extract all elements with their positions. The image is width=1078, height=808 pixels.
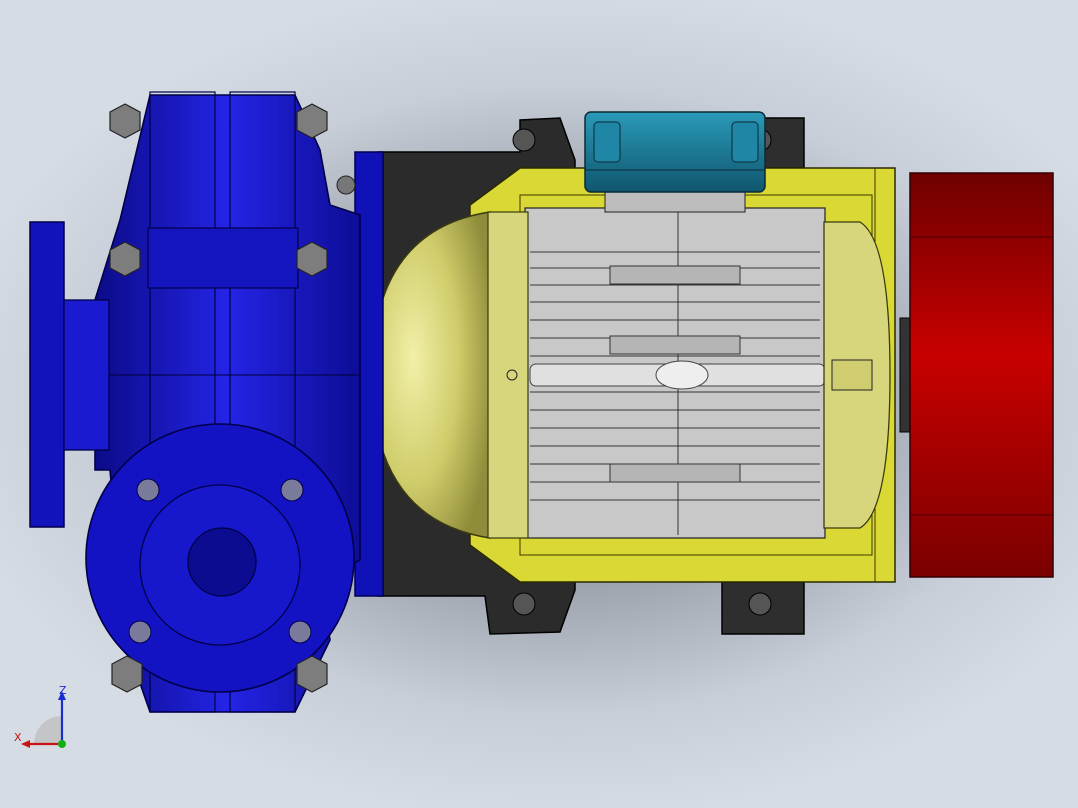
suction-flange[interactable]	[29, 221, 110, 528]
motor-body[interactable]	[524, 207, 826, 539]
axis-x-label: X	[14, 731, 22, 744]
view-triad: Z X	[12, 682, 82, 752]
graphics-viewport[interactable]: Z X	[0, 0, 1078, 808]
fan-cover[interactable]	[899, 172, 1054, 578]
axis-z-label: Z	[59, 684, 67, 697]
pump-motor-model[interactable]	[0, 0, 1078, 808]
discharge-flange[interactable]	[85, 423, 355, 693]
terminal-box[interactable]	[584, 111, 766, 213]
triad-axes-icon	[21, 691, 66, 748]
motor-end-cap-rear[interactable]	[823, 221, 891, 529]
